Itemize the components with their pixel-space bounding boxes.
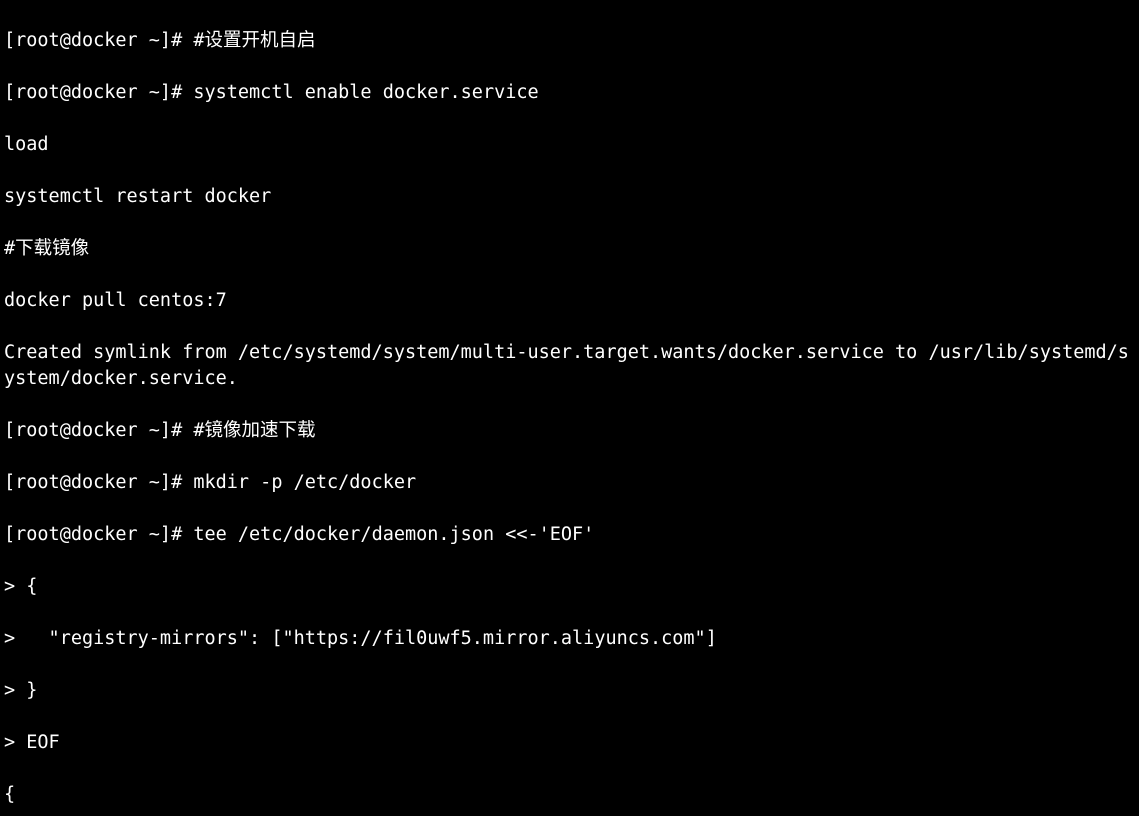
heredoc-line: > EOF [4, 730, 1135, 756]
output-line: Created symlink from /etc/systemd/system… [4, 340, 1135, 392]
heredoc-text: } [26, 680, 37, 701]
shell-prompt: [root@docker ~]# [4, 30, 193, 51]
heredoc-line: > } [4, 678, 1135, 704]
continuation-prompt: > [4, 628, 26, 649]
output-line: { [4, 782, 1135, 808]
prompt-line: [root@docker ~]# tee /etc/docker/daemon.… [4, 522, 1135, 548]
continuation-prompt: > [4, 576, 26, 597]
continuation-prompt: > [4, 732, 26, 753]
prompt-line: [root@docker ~]# systemctl enable docker… [4, 80, 1135, 106]
prompt-line: [root@docker ~]# #设置开机自启 [4, 28, 1135, 54]
shell-prompt: [root@docker ~]# [4, 420, 193, 441]
prompt-line: [root@docker ~]# #镜像加速下载 [4, 418, 1135, 444]
heredoc-text: { [26, 576, 37, 597]
prompt-line: [root@docker ~]# mkdir -p /etc/docker [4, 470, 1135, 496]
continuation-prompt: > [4, 680, 26, 701]
command-text: #镜像加速下载 [193, 420, 315, 441]
output-line: #下载镜像 [4, 236, 1135, 262]
terminal-output[interactable]: [root@docker ~]# #设置开机自启 [root@docker ~]… [0, 0, 1139, 816]
heredoc-line: > { [4, 574, 1135, 600]
heredoc-text: EOF [26, 732, 59, 753]
command-text: mkdir -p /etc/docker [193, 472, 416, 493]
command-text: #设置开机自启 [193, 30, 315, 51]
shell-prompt: [root@docker ~]# [4, 472, 193, 493]
shell-prompt: [root@docker ~]# [4, 82, 193, 103]
output-line: systemctl restart docker [4, 184, 1135, 210]
command-text: tee /etc/docker/daemon.json <<-'EOF' [193, 524, 594, 545]
heredoc-line: > "registry-mirrors": ["https://fil0uwf5… [4, 626, 1135, 652]
output-line: load [4, 132, 1135, 158]
shell-prompt: [root@docker ~]# [4, 524, 193, 545]
command-text: systemctl enable docker.service [193, 82, 538, 103]
output-line: docker pull centos:7 [4, 288, 1135, 314]
heredoc-text: "registry-mirrors": ["https://fil0uwf5.m… [26, 628, 717, 649]
